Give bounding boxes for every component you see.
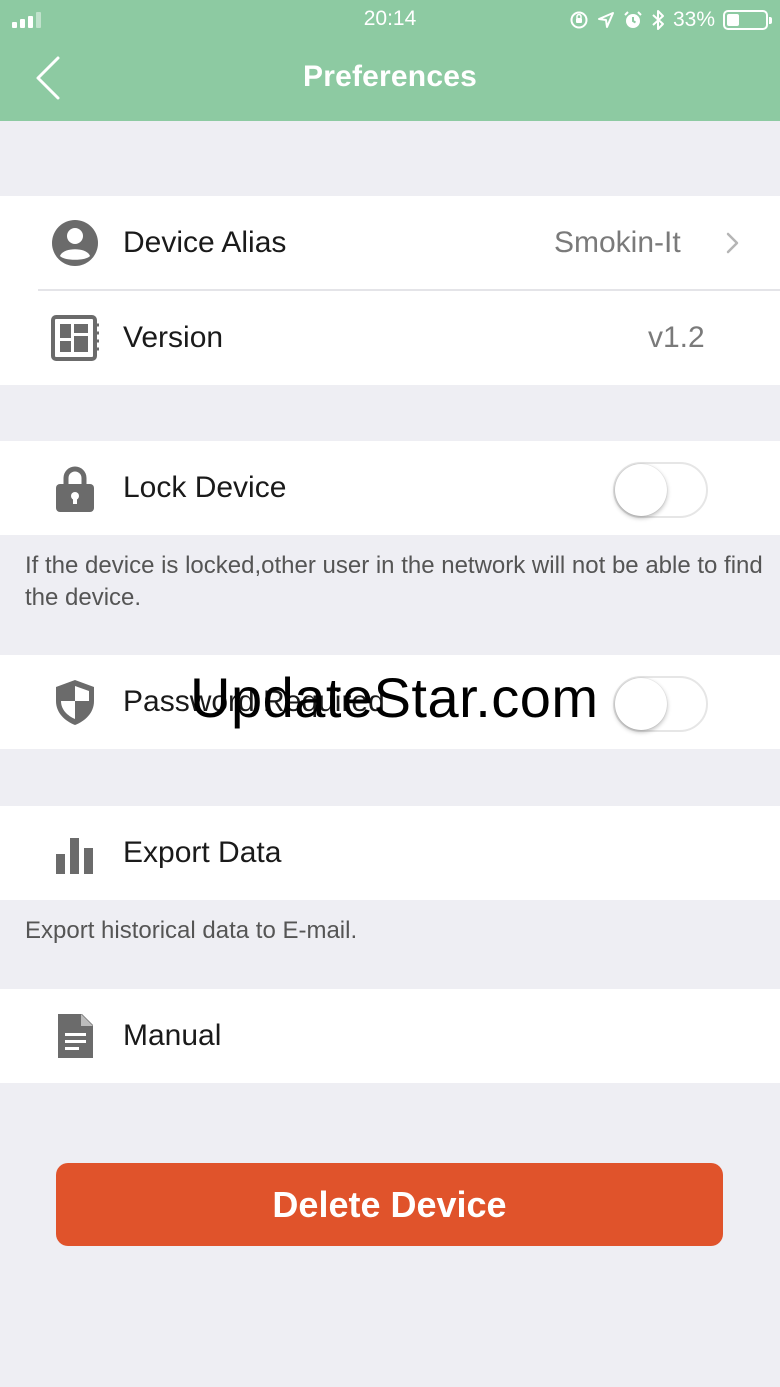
manual-group: Manual — [0, 989, 780, 1083]
device-info-group: Device Alias Smokin-It Version v1.2 — [0, 196, 780, 385]
user-circle-icon — [52, 220, 98, 266]
lock-device-label: Lock Device — [123, 471, 287, 504]
password-group: Password Required — [0, 655, 780, 749]
battery-percent: 33% — [672, 8, 715, 31]
status-bar: 20:14 33% — [0, 0, 780, 40]
bar-chart-icon — [56, 838, 93, 874]
orientation-lock-icon — [570, 11, 588, 29]
export-group: Export Data — [0, 806, 780, 900]
version-label: Version — [123, 321, 224, 354]
document-icon — [58, 1014, 93, 1058]
export-data-label: Export Data — [123, 836, 282, 869]
chip-icon — [51, 315, 99, 361]
version-row: Version v1.2 — [0, 291, 780, 385]
toggle-knob — [615, 678, 667, 730]
shield-icon — [56, 680, 94, 725]
location-icon — [597, 12, 614, 28]
page-title: Preferences — [303, 60, 477, 93]
delete-device-button[interactable]: Delete Device — [56, 1163, 723, 1246]
password-required-row: Password Required — [0, 655, 780, 749]
toggle-knob — [615, 464, 667, 516]
chevron-right-icon — [726, 232, 739, 254]
export-data-footnote: Export historical data to E-mail. — [25, 917, 358, 944]
lock-device-group: Lock Device — [0, 441, 780, 535]
alarm-icon — [624, 11, 642, 28]
bluetooth-icon — [652, 10, 664, 30]
version-value: v1.2 — [648, 321, 705, 354]
password-required-toggle[interactable] — [613, 676, 708, 732]
export-data-row[interactable]: Export Data — [0, 806, 780, 900]
manual-label: Manual — [123, 1019, 222, 1052]
lock-device-row: Lock Device — [0, 441, 780, 535]
battery-fill — [727, 14, 739, 26]
password-required-label: Password Required — [123, 685, 385, 718]
device-alias-row[interactable]: Device Alias Smokin-It — [0, 196, 780, 290]
device-alias-label: Device Alias — [123, 226, 287, 259]
battery-icon — [723, 10, 772, 30]
device-alias-value: Smokin-It — [554, 226, 681, 259]
lock-device-footnote: If the device is locked,other user in th… — [25, 552, 763, 611]
nav-header: 20:14 33% Preferences — [0, 0, 780, 121]
status-icons: 33% — [569, 6, 772, 34]
manual-row[interactable]: Manual — [0, 989, 780, 1083]
lock-icon — [56, 466, 94, 512]
lock-device-toggle[interactable] — [613, 462, 708, 518]
